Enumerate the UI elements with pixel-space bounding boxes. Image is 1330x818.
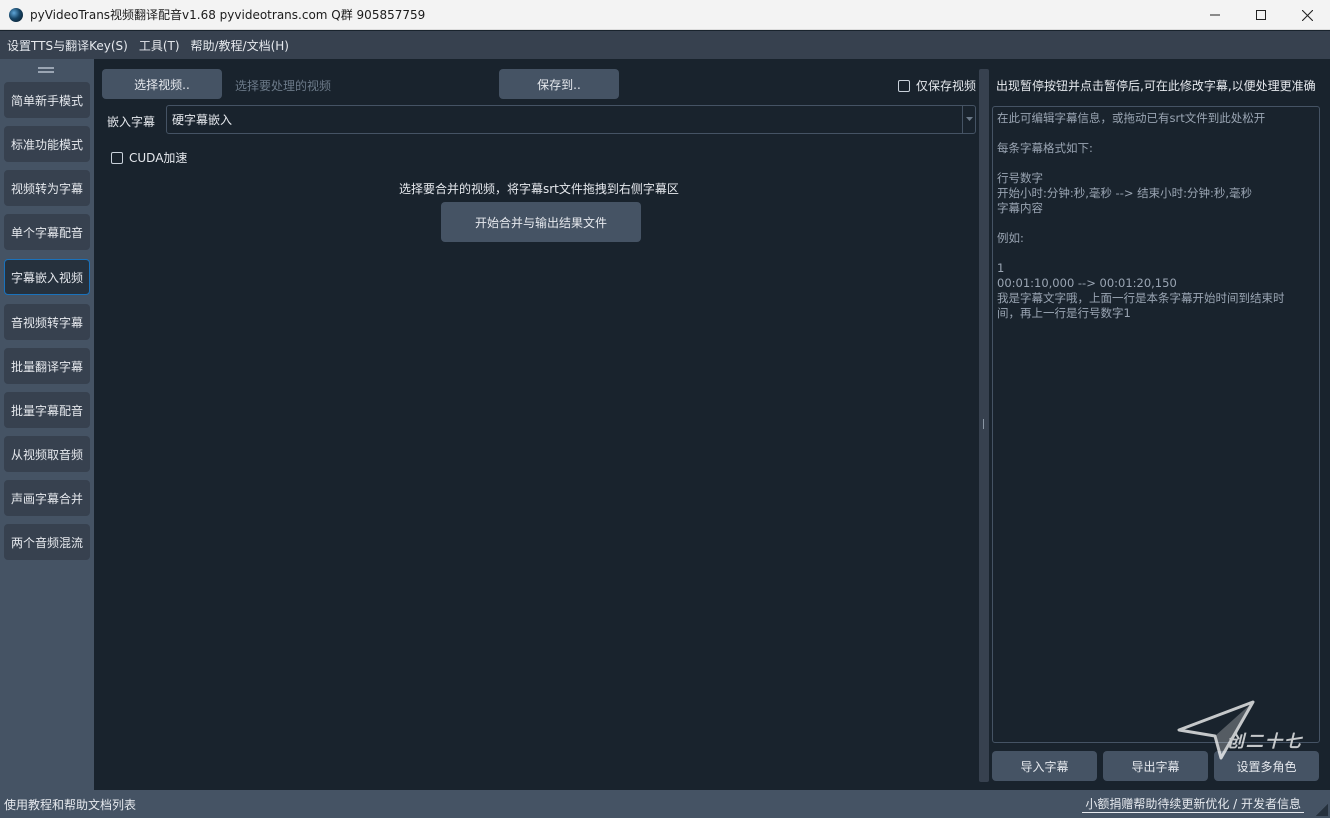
merge-hint-text: 选择要合并的视频，将字幕srt文件拖拽到右侧字幕区 [399,182,679,196]
sidebar-item-batch-dubbing[interactable]: 批量字幕配音 [4,392,90,428]
minimize-icon [1210,14,1220,16]
menu-bar: 设置TTS与翻译Key(S) 工具(T) 帮助/教程/文档(H) [0,31,1330,59]
save-to-button[interactable]: 保存到.. [499,69,619,99]
subtitle-placeholder-line: 间，再上一行是行号数字1 [997,306,1131,320]
sidebar-item-mix-audio[interactable]: 两个音频混流 [4,524,90,560]
subtitle-panel-title: 出现暂停按钮并点击暂停后,可在此修改字幕,以便处理更准确 [996,79,1316,93]
menu-settings[interactable]: 设置TTS与翻译Key(S) [3,37,132,54]
cuda-label: CUDA加速 [129,151,188,165]
main-panel: 选择视频.. 选择要处理的视频 保存到.. 仅保存视频 嵌入字幕 硬字幕嵌入 C… [94,59,979,790]
subtitle-placeholder-line: 例如: [997,231,1024,245]
panel-splitter[interactable] [979,69,989,782]
maximize-button[interactable] [1238,0,1284,30]
close-icon [1301,9,1313,21]
sidebar-item-audio-video-to-subtitle[interactable]: 音视频转字幕 [4,304,90,340]
start-merge-button[interactable]: 开始合并与输出结果文件 [441,202,641,242]
maximize-icon [1256,10,1266,20]
subtitle-panel: 出现暂停按钮并点击暂停后,可在此修改字幕,以便处理更准确 在此可编辑字幕信息，或… [989,59,1330,790]
only-save-video-label: 仅保存视频 [916,79,977,93]
checkbox-icon[interactable] [898,79,910,92]
embed-subtitle-label: 嵌入字幕 [107,115,156,129]
subtitle-placeholder-line [997,246,1319,261]
subtitle-placeholder-line: 在此可编辑字幕信息，或拖动已有srt文件到此处松开 [997,111,1266,125]
window-controls [1192,0,1330,30]
subtitle-placeholder-line [997,216,1319,231]
embed-subtitle-value: 硬字幕嵌入 [172,113,233,127]
chevron-down-icon[interactable] [962,106,975,133]
watermark-logo: 创二十七 [1177,700,1303,760]
tutorial-link[interactable]: 使用教程和帮助文档列表 [4,796,136,813]
subtitle-placeholder-line: 1 [997,261,1005,275]
select-video-button[interactable]: 选择视频.. [102,69,222,99]
subtitle-placeholder-line: 字幕内容 [997,201,1043,215]
subtitle-placeholder-line: 我是字幕文字哦，上面一行是本条字幕开始时间到结束时 [997,291,1285,305]
menu-help[interactable]: 帮助/教程/文档(H) [187,37,293,54]
app-icon [9,7,23,22]
splitter-grip-icon [983,419,985,429]
status-bar: 使用教程和帮助文档列表 小额捐赠帮助待续更新优化 / 开发者信息 [0,790,1330,818]
sidebar-item-embed-subtitle[interactable]: 字幕嵌入视频 [4,259,90,295]
donate-link[interactable]: 小额捐赠帮助待续更新优化 / 开发者信息 [1082,795,1304,813]
close-button[interactable] [1284,0,1330,30]
sidebar: 简单新手模式 标准功能模式 视频转为字幕 单个字幕配音 字幕嵌入视频 音视频转字… [0,59,94,790]
sidebar-item-merge-av-subtitle[interactable]: 声画字幕合并 [4,480,90,516]
menu-tools[interactable]: 工具(T) [135,37,184,54]
subtitle-placeholder-line: 行号数字 [997,171,1043,185]
import-subtitle-button[interactable]: 导入字幕 [992,751,1097,781]
watermark-text: 创二十七 [1227,732,1303,752]
subtitle-placeholder-line: 每条字幕格式如下: [997,141,1093,155]
subtitle-editor[interactable]: 在此可编辑字幕信息，或拖动已有srt文件到此处松开 每条字幕格式如下: 行号数字… [992,106,1320,743]
video-path-input[interactable]: 选择要处理的视频 [235,77,331,94]
only-save-video-checkbox[interactable]: 仅保存视频 [898,77,976,94]
resize-grip-icon[interactable] [1316,804,1328,816]
subtitle-placeholder-line: 开始小时:分钟:秒,毫秒 --> 结束小时:分钟:秒,毫秒 [997,186,1253,200]
sidebar-item-video-to-subtitle[interactable]: 视频转为字幕 [4,170,90,206]
embed-subtitle-select[interactable]: 硬字幕嵌入 [166,105,976,134]
sidebar-item-extract-audio[interactable]: 从视频取音频 [4,436,90,472]
cuda-checkbox[interactable]: CUDA加速 [111,149,187,166]
sidebar-handle-icon[interactable] [38,67,54,73]
checkbox-icon[interactable] [111,151,123,164]
title-bar: pyVideoTrans视频翻译配音v1.68 pyvideotrans.com… [0,0,1330,30]
minimize-button[interactable] [1192,0,1238,30]
sidebar-item-subtitle-dubbing[interactable]: 单个字幕配音 [4,214,90,250]
sidebar-item-beginner-mode[interactable]: 简单新手模式 [4,82,90,118]
sidebar-item-standard-mode[interactable]: 标准功能模式 [4,126,90,162]
subtitle-placeholder-line [997,126,1319,141]
sidebar-item-batch-translate[interactable]: 批量翻译字幕 [4,348,90,384]
subtitle-placeholder-line [997,156,1319,171]
window-title: pyVideoTrans视频翻译配音v1.68 pyvideotrans.com… [30,8,426,22]
subtitle-placeholder-line: 00:01:10,000 --> 00:01:20,150 [997,276,1177,290]
